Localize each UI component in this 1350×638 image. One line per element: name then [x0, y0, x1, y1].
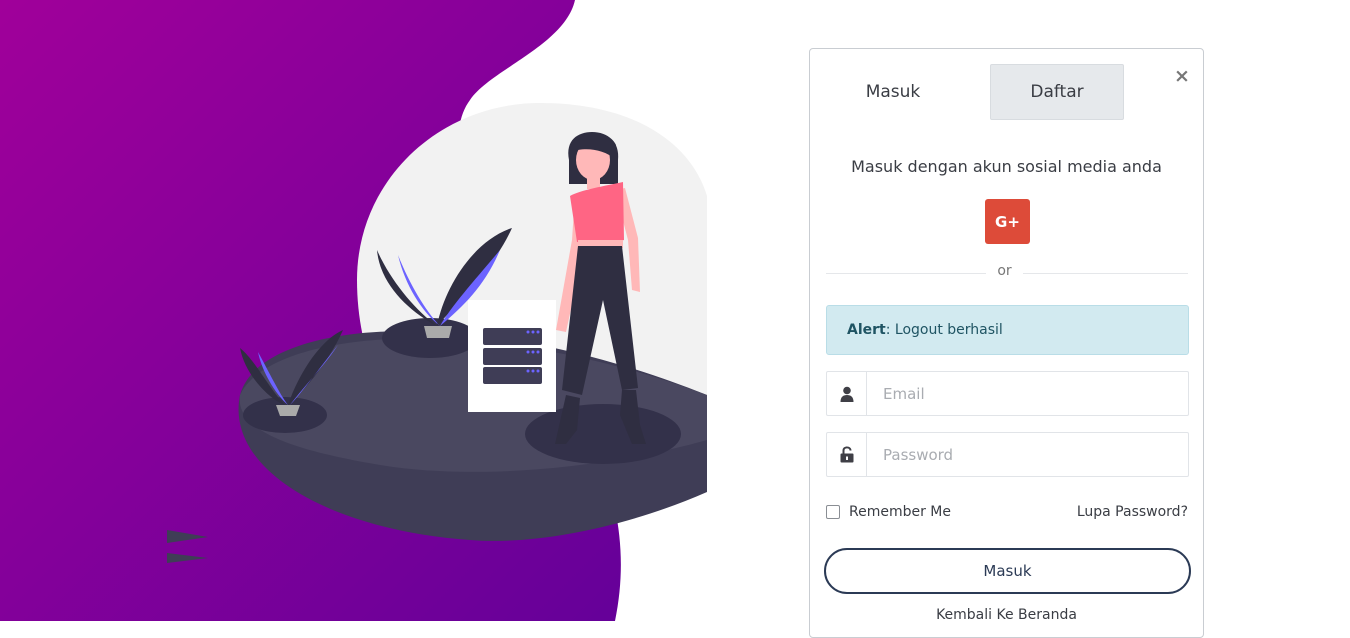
- user-icon: [827, 372, 867, 415]
- email-input-group: [826, 371, 1189, 416]
- divider-line-left: [826, 273, 986, 274]
- email-input[interactable]: [867, 372, 1188, 415]
- password-input-group: [826, 432, 1189, 477]
- divider-text: or: [997, 263, 1012, 279]
- unlock-icon: [827, 433, 867, 476]
- server-box: [468, 300, 556, 412]
- tab-login[interactable]: Masuk: [826, 64, 960, 120]
- google-plus-button[interactable]: G+: [985, 199, 1030, 244]
- close-icon[interactable]: ×: [1172, 65, 1192, 87]
- forgot-password-link[interactable]: Lupa Password?: [1077, 504, 1188, 520]
- rock-shadow-3: [525, 404, 681, 464]
- alert-box: Alert: Logout berhasil: [826, 305, 1189, 355]
- alert-label: Alert: [847, 322, 886, 338]
- auth-panel: Masuk Daftar × Masuk dengan akun sosial …: [809, 48, 1204, 638]
- google-plus-icon: G+: [995, 212, 1020, 231]
- remember-me: Remember Me: [826, 504, 951, 520]
- password-input[interactable]: [867, 433, 1188, 476]
- remember-checkbox[interactable]: [826, 505, 840, 519]
- remember-label: Remember Me: [849, 504, 951, 520]
- social-login-text: Masuk dengan akun sosial media anda: [851, 157, 1162, 176]
- alert-message: : Logout berhasil: [885, 322, 1003, 338]
- tab-register[interactable]: Daftar: [990, 64, 1124, 120]
- login-submit-button[interactable]: Masuk: [824, 548, 1191, 594]
- divider-line-right: [1023, 273, 1188, 274]
